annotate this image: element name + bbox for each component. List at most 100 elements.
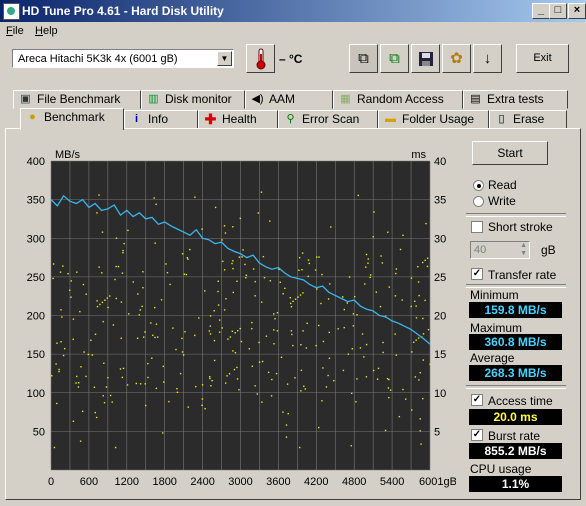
copy-info-button[interactable]: ⧉	[380, 44, 409, 73]
access-time-point	[276, 312, 279, 314]
write-radio[interactable]	[473, 196, 484, 207]
access-time-point	[52, 277, 54, 280]
tab-error-scan[interactable]: ⚲ Error Scan	[278, 110, 378, 129]
minimum-label: Minimum	[470, 288, 519, 302]
short-stroke-checkbox[interactable]	[471, 221, 483, 233]
short-stroke-input[interactable]: 40 ▲ ▼	[470, 241, 530, 259]
access-time-point	[236, 366, 238, 369]
tab-aam[interactable]: ◀) AAM	[245, 90, 333, 109]
access-time-point	[238, 256, 241, 258]
access-time-point	[141, 305, 143, 308]
access-time-point	[101, 272, 103, 274]
exit-button[interactable]: Exit	[516, 44, 569, 73]
access-time-point	[244, 263, 246, 266]
options-button[interactable]: ✿	[442, 44, 471, 73]
random-access-icon: ▦	[340, 92, 351, 105]
transfer-rate-checkbox[interactable]: ✓	[471, 268, 483, 280]
close-button[interactable]: ×	[568, 3, 586, 19]
tab-extra-tests[interactable]: ▤ Extra tests	[463, 90, 568, 109]
separator	[466, 385, 566, 389]
access-time-point	[300, 390, 302, 392]
temperature-label: – °C	[279, 52, 303, 66]
tab-file-benchmark[interactable]: ▣ File Benchmark	[13, 90, 141, 109]
download-button[interactable]: ↓	[473, 44, 502, 73]
temperature-button[interactable]	[246, 44, 275, 73]
health-icon: ✚	[204, 110, 217, 127]
read-radio[interactable]	[473, 180, 484, 191]
copy-button[interactable]: ⧉	[349, 44, 378, 73]
burst-rate-label: Burst rate	[488, 429, 541, 443]
access-time-point	[240, 340, 243, 343]
access-time-point	[144, 404, 147, 407]
maximize-button[interactable]: □	[549, 3, 567, 19]
access-time-point	[298, 256, 301, 259]
access-time-point	[96, 305, 99, 308]
minimum-value: 159.8 MB/s	[469, 302, 562, 318]
access-time-point	[292, 344, 294, 347]
access-time-point	[122, 249, 124, 252]
access-time-point	[213, 310, 215, 312]
access-time-point	[252, 268, 255, 270]
y-right-tick-label: 15	[434, 349, 446, 361]
access-time-point	[127, 229, 129, 232]
access-time-point	[359, 347, 362, 349]
tab-disk-monitor[interactable]: ▥ Disk monitor	[141, 90, 245, 109]
y-right-unit-label: ms	[411, 149, 426, 161]
access-time-point	[201, 228, 203, 230]
tab-benchmark[interactable]: ● Benchmark	[20, 108, 124, 130]
access-time-point	[399, 248, 402, 251]
separator	[466, 213, 566, 217]
access-time-point	[300, 344, 302, 346]
access-time-point	[302, 330, 304, 332]
access-time-point	[426, 265, 429, 268]
drive-select[interactable]: Areca Hitachi 5K3k 4x (6001 gB) ▼	[12, 49, 234, 68]
tab-random-access[interactable]: ▦ Random Access	[333, 90, 463, 109]
access-time-point	[254, 280, 256, 283]
start-button[interactable]: Start	[472, 141, 548, 165]
tab-erase[interactable]: ▯ Erase	[489, 110, 567, 129]
access-time-point	[373, 211, 375, 213]
tab-info[interactable]: i Info	[124, 110, 198, 129]
access-time-point	[381, 262, 384, 264]
access-time-point	[425, 222, 427, 225]
access-time-point	[221, 327, 223, 329]
save-button[interactable]	[411, 44, 440, 73]
access-time-point	[419, 372, 421, 374]
cpu-usage-value: 1.1%	[469, 476, 562, 492]
access-time-point	[367, 258, 369, 260]
access-time-checkbox[interactable]: ✓	[471, 394, 483, 406]
y-right-tick-label: 5	[434, 426, 440, 438]
access-time-point	[424, 299, 426, 302]
x-tick-label: 4200	[304, 476, 328, 488]
access-time-point	[160, 299, 163, 301]
access-time-point	[227, 338, 229, 340]
x-tick-label: 1800	[152, 476, 176, 488]
access-time-point	[223, 269, 226, 271]
burst-rate-checkbox[interactable]: ✓	[471, 429, 483, 441]
menu-file[interactable]: File	[6, 25, 24, 37]
access-time-point	[394, 295, 397, 297]
chevron-down-icon[interactable]: ▼	[217, 51, 232, 66]
access-time-point	[401, 299, 403, 301]
access-time-point	[217, 290, 219, 293]
spin-arrows-icon[interactable]: ▲ ▼	[520, 242, 527, 258]
access-time-point	[155, 323, 158, 325]
access-time-point	[351, 348, 354, 350]
access-time-point	[142, 336, 145, 338]
access-time-point	[52, 263, 55, 265]
access-time-point	[301, 268, 303, 271]
access-time-point	[256, 393, 259, 395]
tab-folder-usage[interactable]: ▬ Folder Usage	[378, 110, 489, 129]
tab-health[interactable]: ✚ Health	[198, 110, 278, 129]
access-time-point	[98, 194, 100, 196]
access-time-point	[254, 295, 256, 297]
access-time-point	[60, 341, 62, 343]
access-time-point	[286, 383, 289, 385]
access-time-point	[346, 302, 349, 304]
access-time-point	[422, 261, 424, 264]
access-time-point	[231, 330, 234, 332]
minimize-button[interactable]: _	[532, 3, 550, 19]
access-time-point	[395, 272, 397, 275]
short-stroke-label: Short stroke	[488, 220, 553, 234]
menu-help[interactable]: Help	[35, 25, 58, 37]
